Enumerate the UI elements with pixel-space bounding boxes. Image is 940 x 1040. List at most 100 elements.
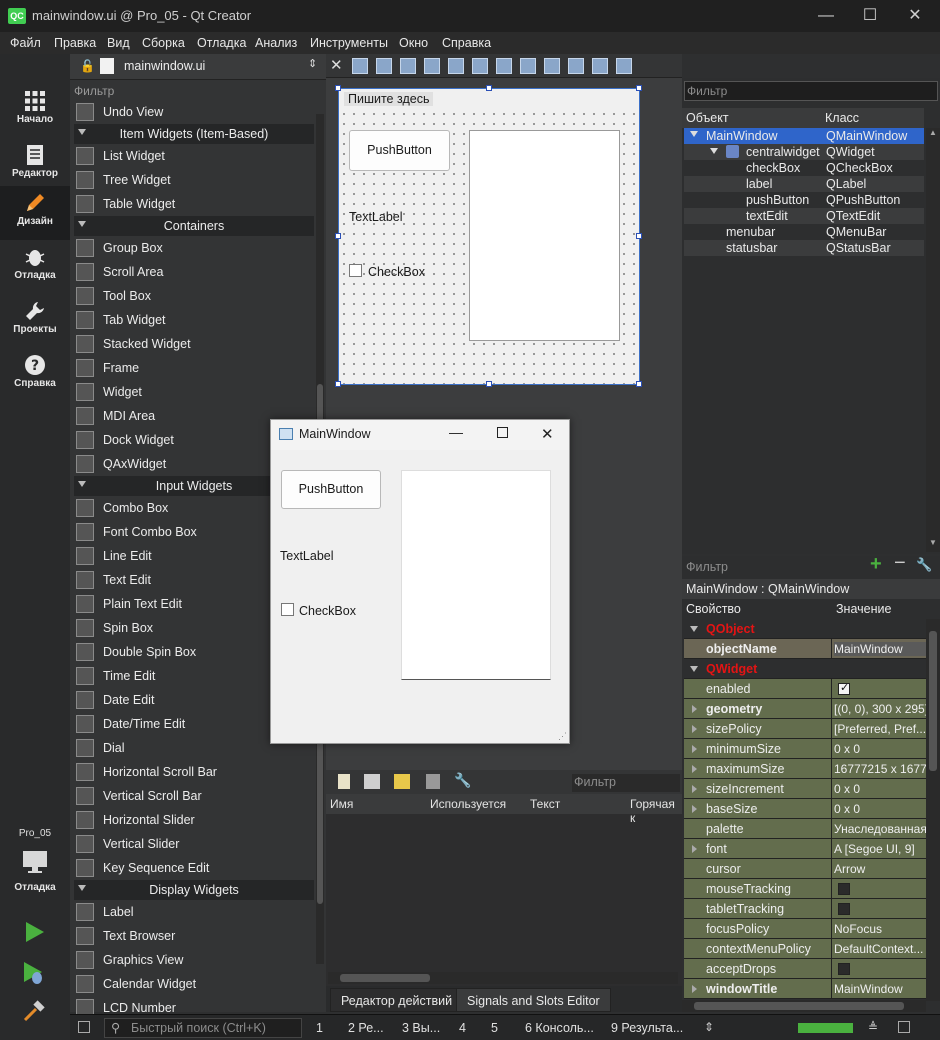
widget-item[interactable]: Table Widget [74, 192, 314, 216]
property-value[interactable]: 0 x 0 [834, 782, 926, 796]
open-file-combo[interactable]: mainwindow.ui [124, 59, 205, 73]
property-checkbox[interactable] [838, 883, 850, 895]
widget-item[interactable]: Frame [74, 356, 314, 380]
build-hammer-icon[interactable] [22, 1000, 46, 1024]
pane-qml-console[interactable]: 5 [491, 1021, 498, 1035]
object-tree-row[interactable]: statusbar QStatusBar [684, 240, 924, 256]
form-checkbox-label[interactable]: CheckBox [368, 265, 425, 279]
mode-edit[interactable]: Редактор [0, 138, 70, 192]
col-used[interactable]: Используется [430, 797, 506, 811]
collapse-arrow-icon[interactable] [690, 626, 698, 632]
widget-item[interactable]: Vertical Slider [74, 832, 314, 856]
details-toggle-icon[interactable]: ≜ [868, 1020, 878, 1034]
property-value[interactable]: [Preferred, Pref... [834, 722, 926, 736]
property-value[interactable]: A [Segoe UI, 9] [834, 842, 926, 856]
expand-arrow-icon[interactable] [692, 985, 697, 993]
adjust-size-icon[interactable] [616, 58, 632, 74]
edit-signals-slots-icon[interactable] [376, 58, 392, 74]
run-icon[interactable] [24, 920, 46, 944]
property-group[interactable]: QObject [684, 619, 926, 639]
widget-item[interactable]: Group Box [74, 236, 314, 260]
pane-application-output[interactable]: 3 Вы... [402, 1021, 440, 1035]
close-button[interactable]: ✕ [905, 6, 925, 26]
break-layout-icon[interactable] [592, 58, 608, 74]
property-checkbox[interactable]: ✓ [838, 682, 850, 695]
col-property[interactable]: Свойство [686, 602, 741, 616]
property-value[interactable]: [(0, 0), 300 x 295] [834, 702, 926, 716]
object-tree-row[interactable]: pushButton QPushButton [684, 192, 924, 208]
widget-category[interactable]: Containers [74, 216, 314, 236]
form-text-edit[interactable] [469, 130, 620, 341]
layout-form-icon[interactable] [544, 58, 560, 74]
property-row[interactable]: baseSize 0 x 0 [684, 799, 926, 819]
menu-file[interactable]: Файл [10, 36, 41, 50]
property-hscroll[interactable] [682, 1000, 926, 1012]
preview-window[interactable]: MainWindow — ✕ PushButton TextLabel Chec… [270, 419, 570, 744]
widget-item[interactable]: Stacked Widget [74, 332, 314, 356]
object-filter-input[interactable]: Фильтр [684, 81, 938, 101]
form-text-label[interactable]: TextLabel [349, 210, 403, 224]
widget-item[interactable]: Undo View [74, 100, 314, 124]
object-tree-row[interactable]: MainWindow QMainWindow [684, 128, 924, 144]
configure-icon[interactable]: 🔧 [454, 772, 471, 789]
preview-checkbox-box[interactable] [281, 603, 294, 616]
copy-action-icon[interactable] [364, 774, 380, 789]
resize-handle-t[interactable] [486, 85, 492, 91]
widget-item[interactable]: Label [74, 900, 314, 924]
object-tree-row[interactable]: centralwidget QWidget [684, 144, 924, 160]
property-value[interactable]: MainWindow [834, 982, 926, 996]
maximize-button[interactable]: ☐ [860, 6, 880, 26]
property-value[interactable]: 16777215 x 1677... [834, 762, 926, 776]
property-value[interactable]: Унаследованная [834, 822, 926, 836]
widget-item[interactable]: Graphics View [74, 948, 314, 972]
file-combo-arrow-icon[interactable]: ⇕ [308, 57, 317, 70]
preview-title-bar[interactable]: MainWindow — ✕ [271, 420, 569, 450]
col-value[interactable]: Значение [836, 602, 891, 616]
resize-handle-bl[interactable] [335, 381, 341, 387]
layout-vertical-icon[interactable] [472, 58, 488, 74]
tab-signals-slots[interactable]: Signals and Slots Editor [456, 988, 611, 1012]
widget-item[interactable]: Horizontal Slider [74, 808, 314, 832]
widget-item[interactable]: Vertical Scroll Bar [74, 784, 314, 808]
preview-checkbox-label[interactable]: CheckBox [299, 604, 356, 618]
object-tree-row[interactable]: menubar QMenuBar [684, 224, 924, 240]
remove-property-icon[interactable]: − [894, 552, 906, 575]
property-row[interactable]: tabletTracking [684, 899, 926, 919]
pane-search-results[interactable]: 2 Ре... [348, 1021, 384, 1035]
menu-placeholder[interactable]: Пишите здесь [344, 92, 434, 106]
pane-test-results[interactable]: 9 Результа... [611, 1021, 683, 1035]
expand-arrow-icon[interactable] [692, 785, 697, 793]
widget-item[interactable]: List Widget [74, 144, 314, 168]
menu-window[interactable]: Окно [399, 36, 428, 50]
edit-buddies-icon[interactable] [400, 58, 416, 74]
property-row[interactable]: font A [Segoe UI, 9] [684, 839, 926, 859]
pane-general-messages[interactable]: 6 Консоль... [525, 1021, 594, 1035]
property-row[interactable]: acceptDrops [684, 959, 926, 979]
mode-help[interactable]: ? Справка [0, 348, 70, 402]
widget-item[interactable]: Scroll Area [74, 260, 314, 284]
property-scrollbar[interactable] [926, 619, 940, 1001]
mode-welcome[interactable]: Начало [0, 84, 70, 138]
widget-item[interactable]: Widget [74, 380, 314, 404]
widget-item[interactable]: Tree Widget [74, 168, 314, 192]
menu-view[interactable]: Вид [107, 36, 130, 50]
preview-push-button[interactable]: PushButton [281, 470, 381, 509]
property-filter-input[interactable]: Фильтр [686, 560, 728, 574]
menu-help[interactable]: Справка [442, 36, 491, 50]
preview-minimize-icon[interactable]: — [449, 424, 463, 440]
property-row[interactable]: geometry [(0, 0), 300 x 295] [684, 699, 926, 719]
paste-action-icon[interactable] [394, 774, 410, 789]
property-row[interactable]: minimumSize 0 x 0 [684, 739, 926, 759]
resize-handle-tr[interactable] [636, 85, 642, 91]
widget-filter-input[interactable]: Фильтр [74, 84, 114, 98]
scroll-up-icon[interactable]: ▲ [929, 128, 937, 137]
col-object[interactable]: Объект [686, 111, 729, 125]
menu-edit[interactable]: Правка [54, 36, 96, 50]
widget-item[interactable]: Tool Box [74, 284, 314, 308]
action-hscroll-thumb[interactable] [340, 974, 430, 982]
toggle-sidebar-icon[interactable] [78, 1021, 90, 1033]
widget-category[interactable]: Display Widgets [74, 880, 314, 900]
pane-compile-output[interactable]: 4 [459, 1021, 466, 1035]
menu-debug[interactable]: Отладка [197, 36, 246, 50]
resize-handle-b[interactable] [486, 381, 492, 387]
